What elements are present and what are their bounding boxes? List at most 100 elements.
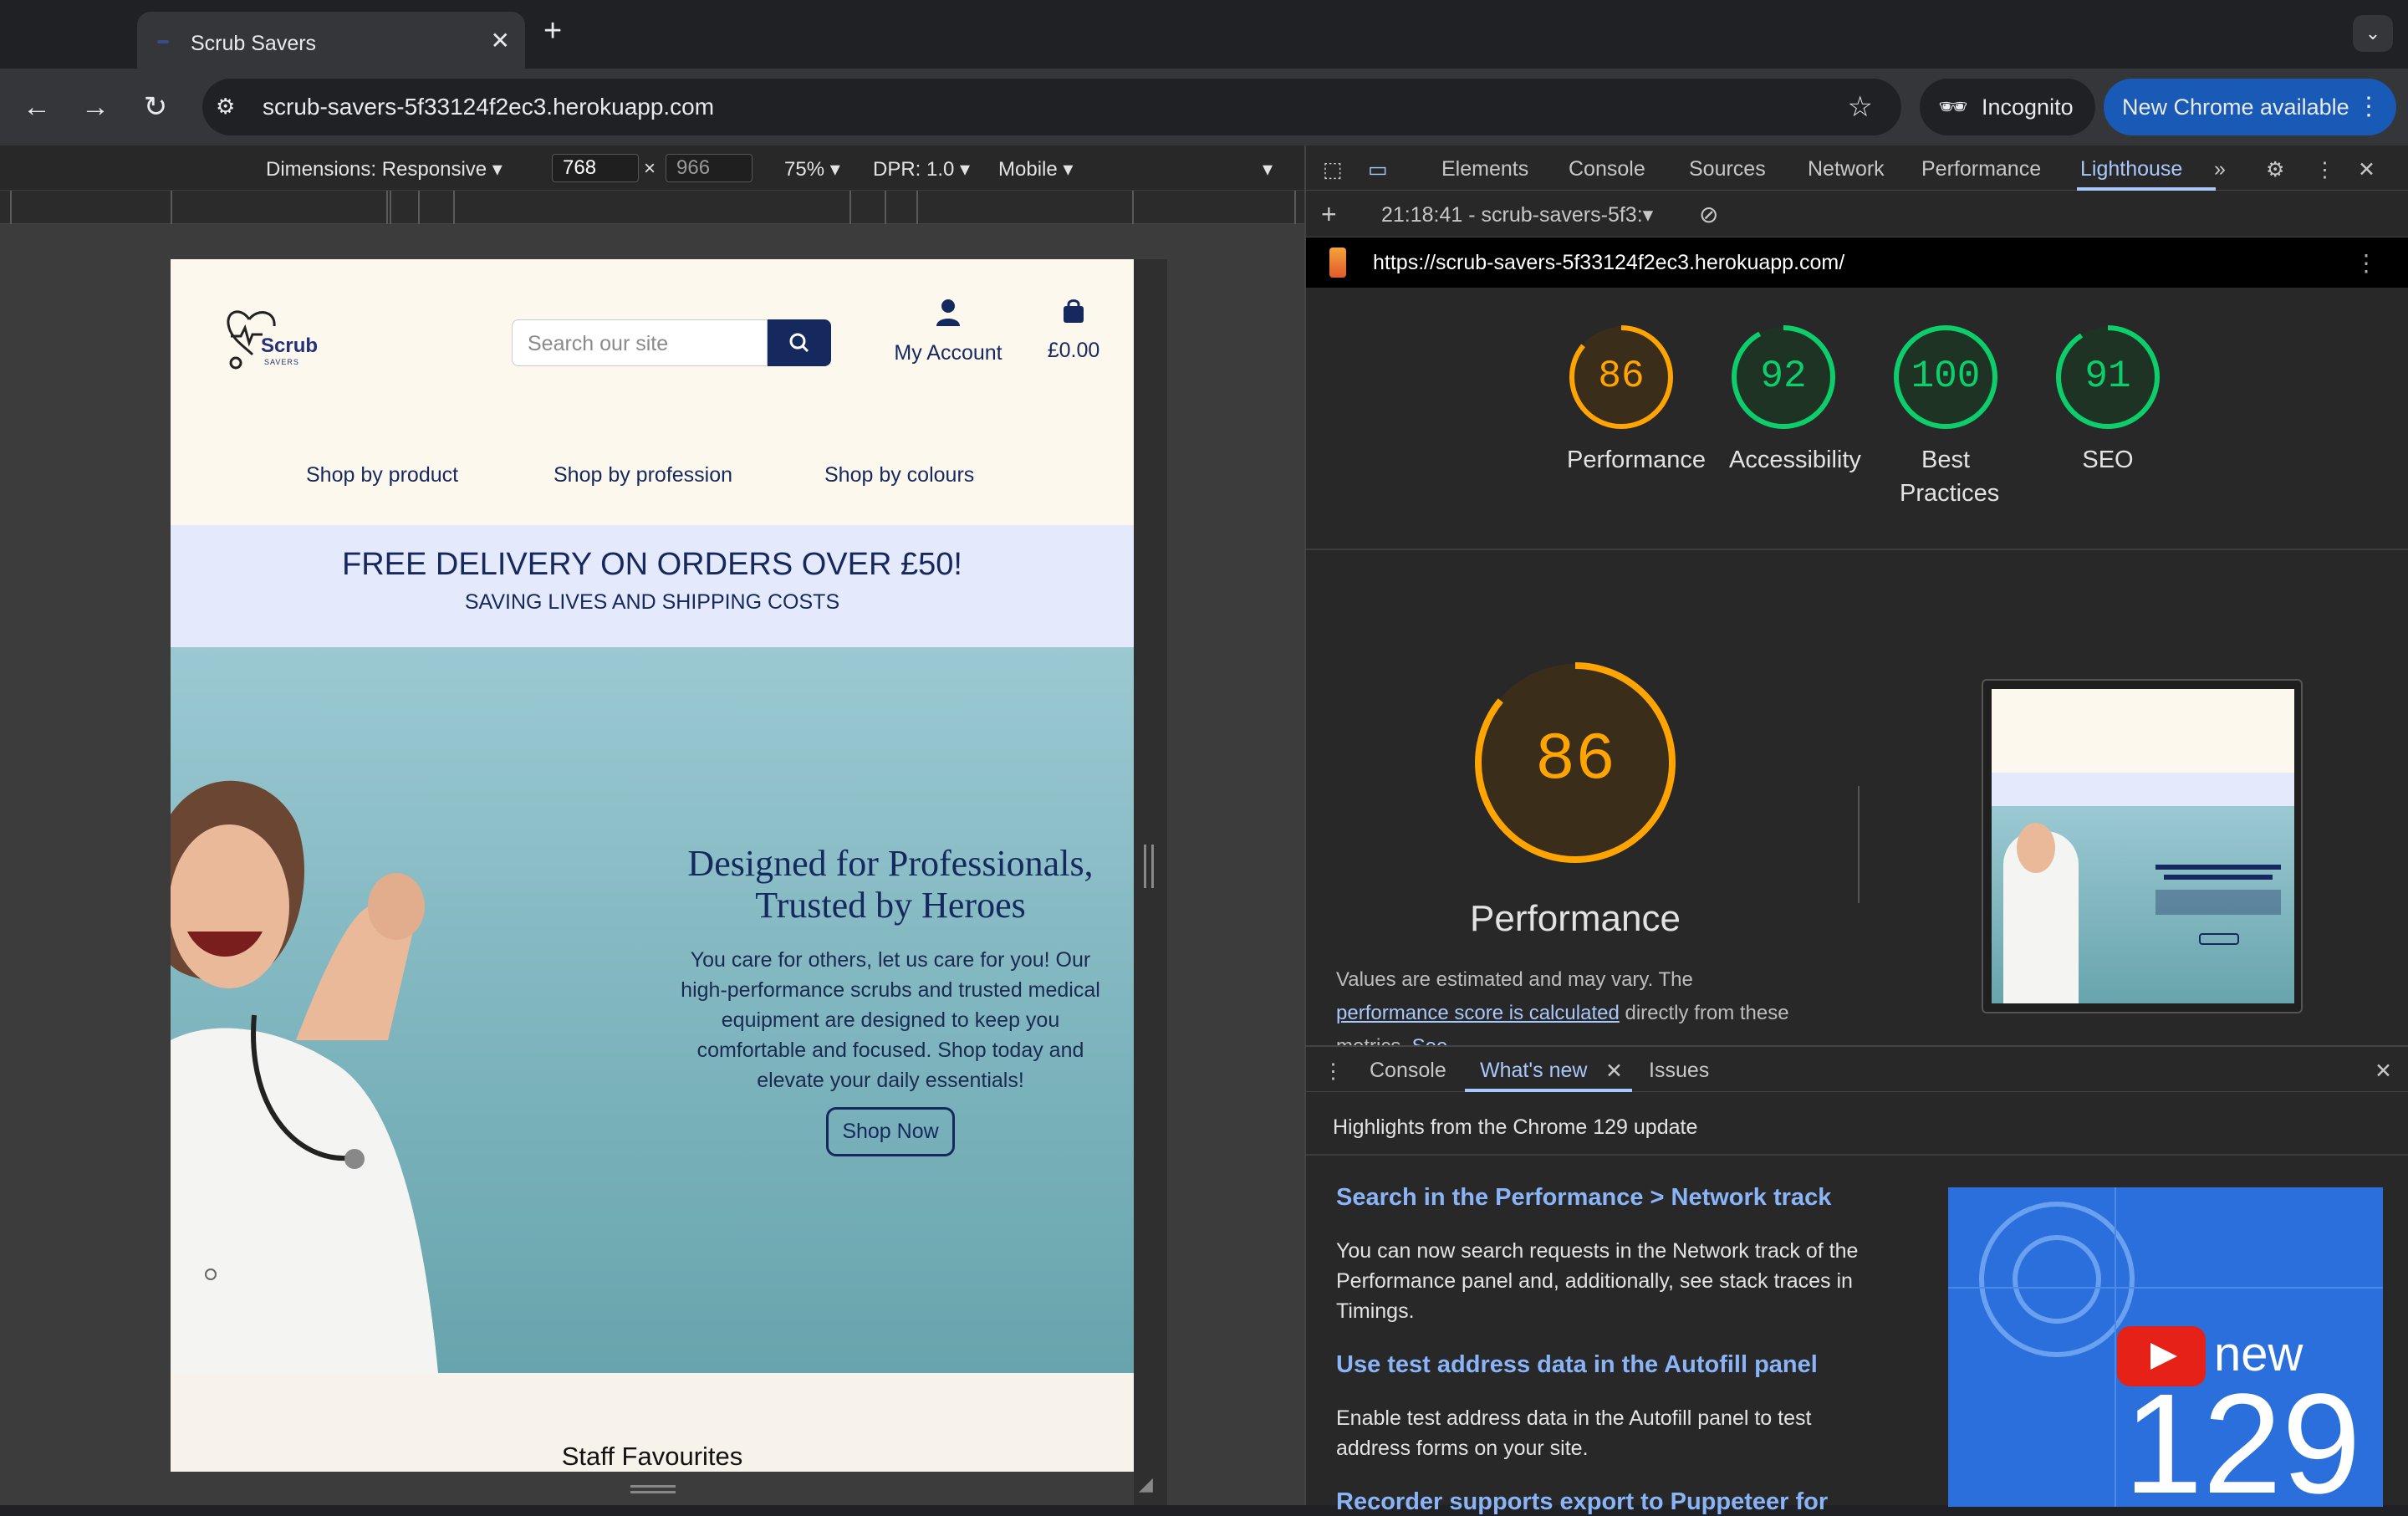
- my-account-label: My Account: [894, 341, 1002, 365]
- tab-lighthouse[interactable]: Lighthouse: [2080, 157, 2182, 181]
- score-gauge-best-practices[interactable]: 100 Best Practices: [1891, 323, 2000, 510]
- forward-icon[interactable]: →: [77, 89, 114, 125]
- whats-new-video[interactable]: new 129: [1948, 1187, 2383, 1507]
- media-query-ruler: [0, 191, 1304, 224]
- big-performance-label: Performance: [1470, 898, 1681, 939]
- new-report-icon[interactable]: +: [1321, 199, 1337, 230]
- address-bar[interactable]: ⚙ scrub-savers-5f33124f2ec3.herokuapp.co…: [202, 79, 1901, 135]
- resize-handle-right[interactable]: [1144, 845, 1154, 888]
- tab-console[interactable]: Console: [1569, 157, 1645, 181]
- site-logo[interactable]: Scrub SAVERS: [224, 303, 324, 373]
- chrome-menu-icon[interactable]: ⋮: [2356, 79, 2381, 135]
- clear-reports-icon[interactable]: ⊘: [1699, 201, 1718, 228]
- hero-section: Designed for Professionals, Trusted by H…: [171, 647, 1134, 1373]
- score-value: 100: [1911, 355, 1981, 398]
- close-devtools-icon[interactable]: ✕: [2358, 157, 2375, 182]
- site-info-icon[interactable]: ⚙: [216, 94, 246, 120]
- report-select[interactable]: 21:18:41 - scrub-savers-5f3:▾: [1381, 202, 1653, 227]
- tab-sources[interactable]: Sources: [1689, 157, 1766, 181]
- dpr-select[interactable]: DPR: 1.0 ▾: [873, 157, 970, 181]
- site-search-input[interactable]: Search our site: [512, 319, 768, 366]
- close-tab-icon[interactable]: ✕: [491, 27, 510, 54]
- score-gauge-performance[interactable]: 86 Performance: [1567, 323, 1707, 477]
- device-toggle-icon[interactable]: ▭: [1368, 157, 1388, 182]
- divider: [1306, 549, 2408, 550]
- resize-corner-icon[interactable]: ◢: [1139, 1473, 1153, 1495]
- favicon-icon: [157, 40, 169, 43]
- score-gauge-seo[interactable]: 91 SEO: [2053, 323, 2162, 477]
- tab-title: Scrub Savers: [191, 32, 317, 55]
- highlights-heading: Highlights from the Chrome 129 update: [1333, 1115, 1698, 1139]
- report-url[interactable]: https://scrub-savers-5f33124f2ec3.heroku…: [1373, 251, 1844, 275]
- feature-title[interactable]: Search in the Performance > Network trac…: [1336, 1184, 1831, 1212]
- drawer-tab-console[interactable]: Console: [1370, 1059, 1446, 1083]
- more-tabs-icon[interactable]: »: [2214, 157, 2226, 181]
- url-text[interactable]: scrub-savers-5f33124f2ec3.herokuapp.com: [263, 94, 714, 120]
- emulated-website: Scrub SAVERS Search our site My Account …: [171, 259, 1134, 1472]
- user-icon: [856, 298, 1040, 333]
- incognito-label: Incognito: [1982, 94, 2074, 120]
- height-input[interactable]: 966: [666, 154, 752, 182]
- nav-shop-by-profession[interactable]: Shop by profession: [554, 463, 732, 487]
- tab-elements[interactable]: Elements: [1441, 157, 1528, 181]
- lighthouse-icon: [1329, 248, 1346, 278]
- my-account-link[interactable]: My Account: [856, 298, 1040, 365]
- tab-network[interactable]: Network: [1808, 157, 1885, 181]
- feature-title[interactable]: Recorder supports export to Puppeteer fo…: [1336, 1488, 1828, 1516]
- logo-subtext: SAVERS: [264, 358, 299, 366]
- score-label: Best Practices: [1900, 447, 2000, 507]
- hero-copy: Designed for Professionals, Trusted by H…: [669, 843, 1112, 1156]
- score-value: 92: [1760, 355, 1807, 398]
- bookmark-star-icon[interactable]: ☆: [1848, 90, 1873, 124]
- reload-icon[interactable]: ↻: [137, 89, 174, 125]
- device-type-select[interactable]: Mobile ▾: [998, 157, 1073, 181]
- tab-search-button[interactable]: ⌄: [2353, 15, 2393, 52]
- score-label: Performance: [1567, 447, 1707, 473]
- new-tab-button[interactable]: +: [543, 15, 562, 47]
- hero-text: You care for others, let us care for you…: [681, 948, 1100, 1092]
- zoom-select[interactable]: 75% ▾: [784, 157, 840, 181]
- perf-score-link[interactable]: performance score is calculated: [1336, 1002, 1620, 1024]
- performance-big-gauge: 86: [1470, 657, 1681, 868]
- drawer-tab-issues[interactable]: Issues: [1649, 1059, 1709, 1083]
- width-input[interactable]: 768: [552, 154, 639, 182]
- page-screenshot-thumbnail[interactable]: [1982, 679, 2303, 1013]
- logo-text: Scrub: [261, 334, 319, 357]
- devtools-drawer: ⋮ Console What's new ✕ Issues ✕ Highligh…: [1306, 1045, 2408, 1515]
- score-value: 91: [2084, 355, 2131, 398]
- cart-total: £0.00: [1047, 339, 1100, 362]
- divider-vertical: [1858, 786, 1860, 903]
- report-menu-icon[interactable]: ⋮: [2354, 249, 2378, 277]
- feature-title[interactable]: Use test address data in the Autofill pa…: [1336, 1351, 1818, 1379]
- divider: [1306, 1154, 2408, 1156]
- staff-favourites-section: Staff Favourites: [171, 1373, 1134, 1472]
- resize-handle-bottom[interactable]: [630, 1485, 676, 1493]
- tab-performance[interactable]: Performance: [1921, 157, 2041, 181]
- score-label: Accessibility: [1729, 447, 1861, 473]
- site-search-button[interactable]: [768, 319, 831, 366]
- back-icon[interactable]: ←: [18, 89, 55, 125]
- tab-strip: Scrub Savers ✕ + ⌄: [0, 0, 2408, 69]
- score-gauge-accessibility[interactable]: 92 Accessibility: [1729, 323, 1861, 477]
- browser-tab[interactable]: Scrub Savers ✕: [137, 12, 525, 69]
- inspect-element-icon[interactable]: ⬚: [1323, 157, 1343, 182]
- incognito-badge[interactable]: 🕶 Incognito: [1920, 79, 2095, 135]
- new-chrome-label: New Chrome available: [2122, 94, 2349, 120]
- nav-shop-by-colours[interactable]: Shop by colours: [824, 463, 974, 487]
- drawer-active-underline: [1465, 1089, 1632, 1092]
- feature-text: Enable test address data in the Autofill…: [1336, 1406, 1812, 1460]
- hero-heading: Designed for Professionals, Trusted by H…: [687, 843, 1094, 926]
- times-sign: ×: [644, 157, 656, 180]
- drawer-tab-whats-new[interactable]: What's new: [1480, 1059, 1587, 1083]
- drawer-menu-icon[interactable]: ⋮: [1323, 1059, 1344, 1084]
- device-toolbar-more-icon[interactable]: ▾: [1263, 157, 1273, 181]
- close-whats-new-icon[interactable]: ✕: [1605, 1059, 1623, 1084]
- dimensions-select[interactable]: Dimensions: Responsive ▾: [266, 157, 503, 181]
- shop-now-button[interactable]: Shop Now: [826, 1107, 955, 1156]
- settings-gear-icon[interactable]: ⚙: [2266, 157, 2284, 182]
- devtools-menu-icon[interactable]: ⋮: [2314, 157, 2335, 182]
- nav-shop-by-product[interactable]: Shop by product: [306, 463, 458, 487]
- close-drawer-icon[interactable]: ✕: [2375, 1059, 2392, 1084]
- new-chrome-button[interactable]: New Chrome available ⋮: [2104, 79, 2396, 135]
- cart-link[interactable]: £0.00: [1023, 298, 1124, 363]
